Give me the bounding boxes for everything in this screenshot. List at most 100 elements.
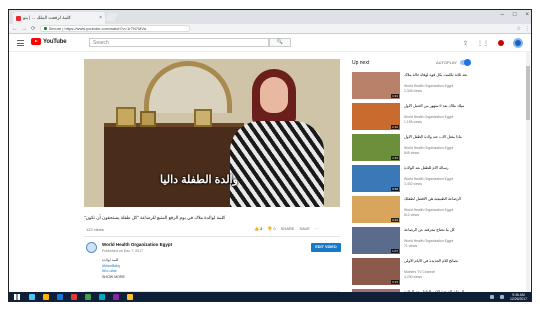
autoplay-control: AUTOPLAY xyxy=(436,59,471,66)
taskbar-app-icon[interactable] xyxy=(85,294,91,300)
recommended-video[interactable]: 1:45 ماذا يفعل الاب عند ولادة الطفل الاول… xyxy=(352,134,524,162)
notifications-icon[interactable] xyxy=(498,40,504,46)
recommended-title[interactable]: كل ما تحتاج معرفته عن الرضاعة xyxy=(404,228,522,238)
video-duration: 3:15 xyxy=(391,280,399,284)
dislike-count: 0 xyxy=(273,226,276,231)
recommended-title[interactable]: الرضاعة الطبيعية هي الأفضل لطفلك xyxy=(404,197,522,207)
recommended-channel: World Health Organization Egypt xyxy=(404,84,454,88)
taskbar-apps xyxy=(29,294,133,300)
video-duration: 1:45 xyxy=(391,156,399,160)
apps-grid-icon[interactable]: ⋮⋮ xyxy=(477,40,489,47)
tab-close-icon[interactable]: × xyxy=(99,15,102,21)
video-thumbnail[interactable]: 2:42 xyxy=(352,196,400,223)
recommended-channel: World Health Organization Egypt xyxy=(404,239,454,243)
windows-start-icon[interactable] xyxy=(14,294,20,300)
divider xyxy=(84,236,340,237)
youtube-masthead: YouTube Search 🔍 ⇪ ⋮⋮ xyxy=(9,34,531,52)
recommended-channel: World Health Organization Egypt xyxy=(404,146,454,150)
more-actions-icon[interactable]: ··· xyxy=(315,226,319,231)
dislike-button[interactable]: 👎 0 xyxy=(267,226,275,231)
network-icon[interactable] xyxy=(490,295,495,299)
search-button[interactable]: 🔍 xyxy=(269,38,291,47)
youtube-play-icon xyxy=(31,38,41,45)
video-thumbnail[interactable]: 1:31 xyxy=(352,72,400,99)
taskbar-app-icon[interactable] xyxy=(43,294,49,300)
recommended-views: 612 views xyxy=(404,213,420,217)
recommended-channel: World Health Organization Egypt xyxy=(404,301,453,302)
bookmark-star-icon[interactable]: ☆ xyxy=(517,26,521,32)
recommended-views: 1,198 views xyxy=(404,120,422,124)
browser-menu-icon[interactable]: ⋮ xyxy=(525,26,530,32)
recommended-video[interactable]: 0:58 رسالة الام للطفل بعد الولادة World He… xyxy=(352,165,524,193)
recommended-video[interactable]: 2:42 الرضاعة الطبيعية هي الأفضل لطفلك Worl… xyxy=(352,196,524,224)
masthead-actions: ⇪ ⋮⋮ xyxy=(463,38,523,48)
recommended-views: 845 views xyxy=(404,151,420,155)
save-button[interactable]: SAVE xyxy=(299,226,309,231)
browser-tab[interactable]: كلمة لرفعت الملك ... | ينو × xyxy=(13,12,105,24)
volume-icon[interactable] xyxy=(500,295,505,299)
recommended-video[interactable]: 2:10 ميلاد ملاك بعد 9 شهور من الحمل الاول… xyxy=(352,103,524,131)
youtube-favicon-icon xyxy=(16,15,21,21)
upload-icon[interactable]: ⇪ xyxy=(463,40,468,47)
taskbar-app-icon[interactable] xyxy=(113,294,119,300)
video-thumbnail[interactable]: 2:10 xyxy=(352,103,400,130)
video-description: كلمة لوالدة #MamBaby #Ko-ubal SHOW MORE xyxy=(102,258,125,280)
youtube-logo[interactable]: YouTube xyxy=(31,38,67,45)
video-duration: 2:10 xyxy=(391,125,399,129)
taskbar-app-icon[interactable] xyxy=(57,294,63,300)
search-input[interactable]: Search xyxy=(89,38,269,47)
account-avatar[interactable] xyxy=(513,38,523,48)
recommended-title[interactable]: نصائح للام الجديدة في الأيام الأولى xyxy=(404,259,522,269)
forward-arrow-icon[interactable]: → xyxy=(22,26,28,32)
recommended-title[interactable]: بعد ثلاثة تكلمت بكل قوة لوفاة حالة ملاك xyxy=(404,73,522,83)
screen-frame: كلمة لرفعت الملك ... | ينو × – □ × ← → ⟳… xyxy=(0,0,540,311)
address-bar[interactable]: Secure | https://www.youtube.com/watch?v… xyxy=(39,25,190,32)
video-title: كلمة لوالدة ملاك في يوم الرفع المتبع للر… xyxy=(84,215,226,220)
recommended-channel: World Health Organization Egypt xyxy=(404,115,454,119)
recommended-title[interactable]: ميلاد ملاك بعد 9 شهور من الحمل الاول xyxy=(404,104,522,114)
maximize-icon[interactable]: □ xyxy=(513,12,517,18)
channel-avatar[interactable] xyxy=(86,242,97,253)
page-scrollbar[interactable] xyxy=(526,52,530,292)
tab-title: كلمة لرفعت الملك ... | ينو xyxy=(23,15,71,20)
taskbar-app-icon[interactable] xyxy=(127,294,133,300)
taskbar-app-icon[interactable] xyxy=(29,294,35,300)
recommended-title[interactable]: ماذا يفعل الاب عند ولادة الطفل الاول xyxy=(404,135,522,145)
share-button[interactable]: SHARE xyxy=(281,226,295,231)
taskbar-app-icon[interactable] xyxy=(99,294,105,300)
window-controls: – □ × xyxy=(501,12,529,18)
hamburger-menu-icon[interactable] xyxy=(17,40,24,48)
back-arrow-icon[interactable]: ← xyxy=(12,26,18,32)
recommended-views: 71 views xyxy=(404,244,418,248)
taskbar-clock[interactable]: 9:36 AM 12/26/2017 xyxy=(510,293,527,301)
reload-icon[interactable]: ⟳ xyxy=(31,26,36,32)
close-window-icon[interactable]: × xyxy=(525,12,529,18)
video-thumbnail[interactable]: 0:58 xyxy=(352,165,400,192)
video-frame-cabinet xyxy=(104,127,244,207)
recommended-video[interactable]: 1:07 كل ما تحتاج معرفته عن الرضاعة World H… xyxy=(352,227,524,255)
recommended-video[interactable]: 3:15 نصائح للام الجديدة في الأيام الأولى M… xyxy=(352,258,524,286)
video-thumbnail[interactable]: 3:15 xyxy=(352,258,400,285)
video-thumbnail[interactable]: 1:07 xyxy=(352,227,400,254)
recommended-title[interactable]: رسالة الام للطفل بعد الولادة xyxy=(404,166,522,176)
recommended-channel: World Health Organization Egypt xyxy=(404,177,454,181)
channel-name[interactable]: World Health Organization Egypt xyxy=(102,242,172,247)
like-count: 2 xyxy=(260,226,263,231)
autoplay-toggle[interactable] xyxy=(459,59,471,66)
browser-tab-strip: كلمة لرفعت الملك ... | ينو × – □ × xyxy=(9,10,531,24)
minimize-icon[interactable]: – xyxy=(501,12,504,18)
like-button[interactable]: 👍 2 xyxy=(254,226,262,231)
show-more-button[interactable]: SHOW MORE xyxy=(102,275,125,281)
recommended-video[interactable]: 1:31 بعد ثلاثة تكلمت بكل قوة لوفاة حالة م… xyxy=(352,72,524,100)
taskbar-app-icon[interactable] xyxy=(71,294,77,300)
youtube-logo-text: YouTube xyxy=(43,38,67,45)
edit-video-button[interactable]: EDIT VIDEO xyxy=(311,243,341,252)
video-thumbnail[interactable]: 1:45 xyxy=(352,134,400,161)
video-duration: 2:42 xyxy=(391,218,399,222)
video-player[interactable]: والدة الطفلة داليا xyxy=(84,59,340,207)
scrollbar-thumb[interactable] xyxy=(526,66,530,120)
lock-icon xyxy=(43,27,47,30)
new-tab-button[interactable] xyxy=(105,13,118,21)
video-duration: 1:31 xyxy=(391,94,399,98)
up-next-heading: Up next xyxy=(352,60,370,66)
